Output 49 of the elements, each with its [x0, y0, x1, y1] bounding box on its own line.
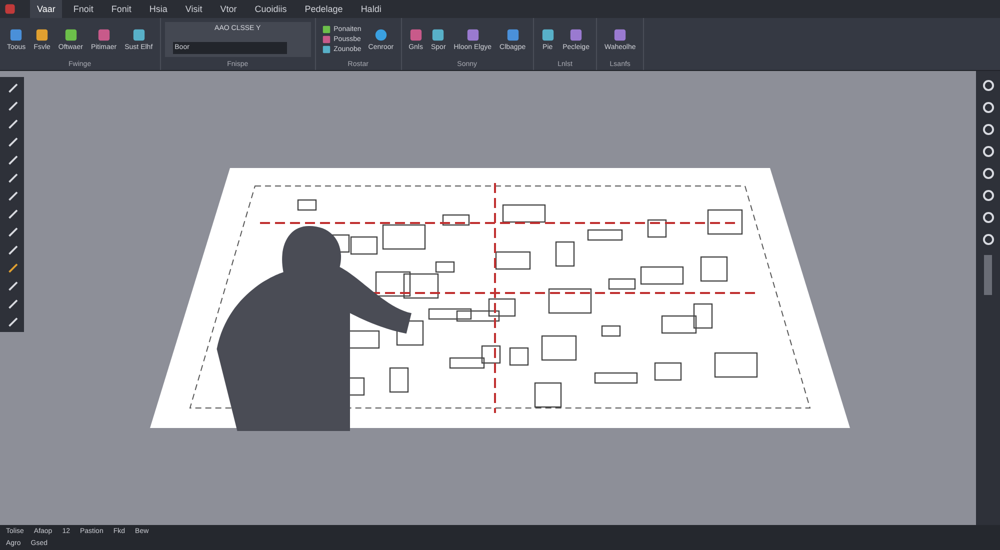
square-icon [322, 45, 331, 54]
tool-icon[interactable] [6, 243, 18, 256]
circle-icon [374, 28, 388, 42]
menu-tab[interactable]: Vaar [30, 0, 62, 18]
menu-tab[interactable]: Visit [178, 0, 210, 18]
menu-tab[interactable]: Pedelage [298, 0, 350, 18]
tool-icon[interactable] [6, 279, 18, 292]
scrollbar[interactable] [984, 255, 992, 295]
menu-tab[interactable]: Fonit [104, 0, 138, 18]
menu-tab[interactable]: Hsia [142, 0, 174, 18]
tool-icon[interactable] [982, 189, 994, 202]
tool-icon[interactable] [6, 207, 18, 220]
square-icon [506, 28, 520, 42]
tool-icon[interactable] [6, 315, 18, 328]
square-icon [9, 28, 24, 42]
app-logo-icon [4, 3, 16, 15]
square-icon [540, 28, 555, 42]
menu-tab[interactable]: Haldi [354, 0, 388, 18]
square-icon [322, 25, 331, 34]
tool-icon[interactable] [6, 117, 18, 130]
square-icon [431, 28, 446, 42]
square-icon [466, 28, 480, 42]
tool-icon[interactable] [982, 211, 994, 224]
tool-icon[interactable] [982, 123, 994, 136]
square-icon [35, 28, 50, 42]
tool-icon[interactable] [6, 297, 18, 310]
tool-icon[interactable] [6, 171, 18, 184]
tool-icon[interactable] [6, 153, 18, 166]
tool-icon[interactable] [982, 233, 994, 246]
square-icon [322, 35, 331, 44]
square-icon [569, 28, 584, 42]
square-icon [64, 28, 78, 42]
tool-icon[interactable] [6, 135, 18, 148]
tool-icon[interactable] [982, 145, 994, 158]
square-icon [96, 28, 111, 42]
tool-icon[interactable] [982, 101, 994, 114]
tool-icon[interactable] [6, 81, 18, 94]
tool-icon[interactable] [982, 79, 994, 92]
menu-tab[interactable]: Vtor [213, 0, 244, 18]
square-icon [408, 28, 423, 42]
square-icon [613, 28, 628, 42]
square-icon [132, 28, 146, 42]
menu-tab[interactable]: Fnoit [66, 0, 100, 18]
tool-icon[interactable] [6, 99, 18, 112]
tool-icon[interactable] [982, 167, 994, 180]
tool-icon[interactable] [6, 225, 18, 238]
menu-tab[interactable]: Cuoidiis [248, 0, 294, 18]
tool-icon[interactable] [6, 261, 18, 274]
tool-icon[interactable] [6, 189, 18, 202]
